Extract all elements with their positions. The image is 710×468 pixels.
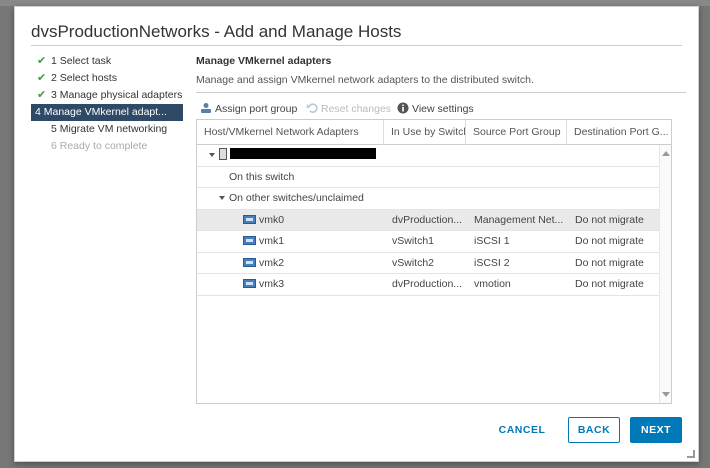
page-subtitle: Manage and assign VMkernel network adapt…: [196, 74, 534, 86]
host-row[interactable]: [197, 145, 659, 167]
network-adapter-icon: [243, 279, 256, 288]
group-row-other-switches[interactable]: On other switches/unclaimed: [197, 188, 659, 210]
vmkernel-adapters-grid: Host/VMkernel Network Adapters In Use by…: [196, 119, 672, 404]
step-label: 1 Select task: [51, 55, 112, 67]
in-use-by-switch: vSwitch2: [392, 256, 435, 269]
redacted-host-name: [230, 148, 376, 159]
step-label: 2 Select hosts: [51, 72, 117, 84]
table-row[interactable]: vmk0 dvProduction... Management Net... D…: [197, 209, 659, 231]
reset-changes-label: Reset changes: [321, 103, 392, 115]
network-adapter-icon: [243, 236, 256, 245]
step-label: 4 Manage VMkernel adapt...: [35, 106, 167, 118]
assign-port-group-button[interactable]: Assign port group: [200, 100, 297, 118]
destination-port-group: Do not migrate: [575, 235, 644, 247]
grid-body: On this switch On other switches/unclaim…: [197, 145, 659, 403]
expand-caret-icon[interactable]: [219, 196, 225, 200]
scroll-down-icon[interactable]: [662, 392, 670, 397]
grid-scrollbar[interactable]: [659, 145, 671, 403]
column-header-adapters[interactable]: Host/VMkernel Network Adapters: [197, 120, 384, 145]
assign-port-group-icon: [200, 102, 212, 114]
page-title: Manage VMkernel adapters: [196, 55, 332, 67]
in-use-by-switch: vSwitch1: [392, 235, 435, 247]
column-header-source-port-group[interactable]: Source Port Group: [466, 120, 567, 145]
table-row[interactable]: vmk3 dvProduction... vmotion Do not migr…: [197, 274, 659, 296]
source-port-group: iSCSI 1: [474, 235, 510, 247]
check-icon: ✔: [37, 89, 47, 101]
title-divider: [31, 45, 682, 46]
column-header-in-use-by-switch[interactable]: In Use by Switch: [384, 120, 466, 145]
source-port-group: vmotion: [474, 278, 511, 290]
step-select-task[interactable]: ✔ 1 Select task: [35, 53, 183, 70]
destination-port-group: Do not migrate: [575, 213, 644, 226]
step-select-hosts[interactable]: ✔ 2 Select hosts: [35, 70, 183, 87]
add-manage-hosts-dialog: dvsProductionNetworks - Add and Manage H…: [14, 6, 699, 462]
adapter-name: vmk3: [259, 278, 285, 290]
adapter-name: vmk2: [259, 256, 285, 269]
destination-port-group: Do not migrate: [575, 256, 644, 269]
info-icon: [397, 102, 409, 114]
adapter-name: vmk0: [259, 213, 285, 226]
header-divider: [196, 92, 686, 93]
step-ready-to-complete: 6 Ready to complete: [35, 138, 183, 155]
column-header-destination-port-group[interactable]: Destination Port G...: [567, 120, 673, 145]
source-port-group: Management Net...: [474, 213, 564, 226]
check-icon: ✔: [37, 55, 47, 67]
group-label: On other switches/unclaimed: [229, 192, 364, 204]
next-button[interactable]: NEXT: [630, 417, 682, 443]
group-row-on-this-switch[interactable]: On this switch: [197, 167, 659, 188]
step-manage-vmkernel-adapters[interactable]: 4 Manage VMkernel adapt...: [31, 104, 183, 121]
in-use-by-switch: dvProduction...: [392, 278, 463, 290]
resize-handle[interactable]: [687, 450, 695, 458]
adapter-name: vmk1: [259, 235, 285, 247]
dialog-title: dvsProductionNetworks - Add and Manage H…: [31, 22, 402, 41]
step-migrate-vm-networking[interactable]: 5 Migrate VM networking: [35, 121, 183, 138]
step-manage-physical-adapters[interactable]: ✔ 3 Manage physical adapters: [35, 87, 183, 104]
grid-header: Host/VMkernel Network Adapters In Use by…: [197, 120, 671, 145]
wizard-steps: ✔ 1 Select task ✔ 2 Select hosts ✔ 3 Man…: [31, 53, 183, 155]
back-button[interactable]: BACK: [568, 417, 620, 443]
source-port-group: iSCSI 2: [474, 256, 510, 269]
table-row[interactable]: vmk2 vSwitch2 iSCSI 2 Do not migrate: [197, 253, 659, 274]
undo-icon: [306, 102, 318, 114]
step-label: 5 Migrate VM networking: [51, 123, 168, 135]
table-row[interactable]: vmk1 vSwitch1 iSCSI 1 Do not migrate: [197, 231, 659, 253]
network-adapter-icon: [243, 257, 256, 267]
check-icon: ✔: [37, 72, 47, 84]
in-use-by-switch: dvProduction...: [392, 213, 463, 226]
expand-caret-icon[interactable]: [209, 153, 215, 157]
cancel-button[interactable]: CANCEL: [492, 417, 552, 443]
step-label: 3 Manage physical adapters: [51, 89, 183, 101]
step-label: 6 Ready to complete: [51, 140, 148, 152]
view-settings-label: View settings: [412, 103, 474, 115]
grid-toolbar: Assign port group Reset changes View set…: [196, 100, 686, 118]
host-icon: [219, 148, 227, 160]
assign-port-group-label: Assign port group: [215, 103, 298, 115]
step-content: Manage VMkernel adapters Manage and assi…: [196, 55, 686, 118]
network-adapter-icon: [243, 214, 256, 224]
view-settings-button[interactable]: View settings: [397, 100, 474, 118]
scroll-up-icon[interactable]: [662, 151, 670, 156]
group-label: On this switch: [229, 170, 295, 183]
destination-port-group: Do not migrate: [575, 278, 644, 290]
reset-changes-button[interactable]: Reset changes: [306, 100, 391, 118]
